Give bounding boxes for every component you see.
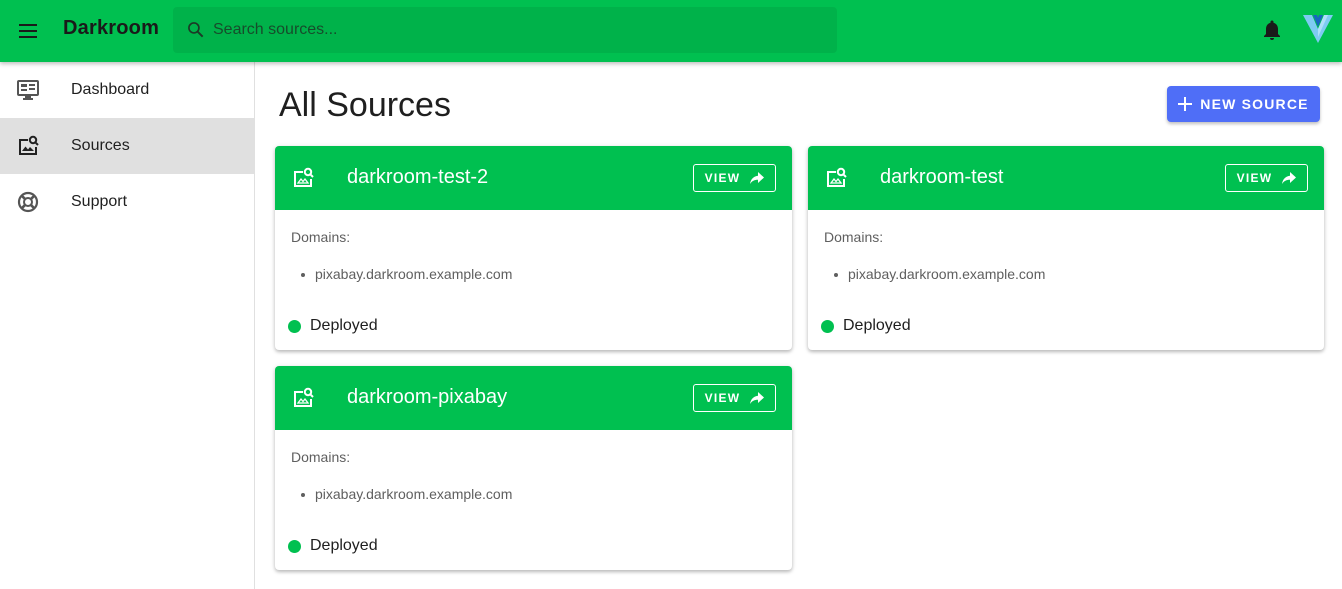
sidebar-item-dashboard[interactable]: Dashboard (0, 62, 254, 118)
source-card-header: darkroom-test VIEW (808, 146, 1324, 210)
sidebar-item-support[interactable]: Support (0, 174, 254, 230)
search-icon (188, 22, 204, 38)
source-card: darkroom-test VIEW Domains: pixabay.dark… (808, 146, 1324, 350)
sidebar-item-label: Support (71, 193, 128, 210)
search-bar (173, 7, 837, 53)
domain-list: pixabay.darkroom.example.com (291, 266, 512, 282)
source-card-header: darkroom-test-2 VIEW (275, 146, 792, 210)
status-badge: Deployed (288, 537, 378, 555)
vuetify-logo-icon (1303, 15, 1333, 43)
status-text: Deployed (843, 317, 911, 334)
share-arrow-icon (750, 392, 765, 404)
status-dot-icon (288, 539, 301, 553)
source-name: darkroom-test (880, 166, 1004, 188)
view-button[interactable]: VIEW (693, 384, 776, 412)
source-name: darkroom-pixabay (347, 386, 508, 408)
view-label: VIEW (1236, 171, 1273, 185)
view-button[interactable]: VIEW (693, 164, 776, 192)
status-badge: Deployed (288, 317, 378, 335)
share-arrow-icon (750, 172, 765, 184)
notification-bell-icon[interactable] (1260, 18, 1284, 42)
sidebar-item-sources[interactable]: Sources (0, 118, 254, 174)
image-search-icon (294, 387, 314, 407)
share-arrow-icon (1282, 172, 1297, 184)
domains-label: Domains: (291, 229, 351, 245)
domain-item: pixabay.darkroom.example.com (291, 266, 512, 282)
status-text: Deployed (310, 537, 378, 554)
source-card: darkroom-pixabay VIEW Domains: pixabay.d… (275, 366, 792, 570)
app-title: Darkroom (63, 17, 160, 39)
view-label: VIEW (704, 391, 741, 405)
app-bar: Darkroom (0, 0, 1342, 62)
sidebar: Dashboard Sources Support (0, 62, 255, 589)
new-source-label: NEW SOURCE (1200, 96, 1309, 112)
domain-list: pixabay.darkroom.example.com (824, 266, 1045, 282)
image-search-icon (294, 167, 314, 187)
domains-label: Domains: (824, 229, 884, 245)
view-label: VIEW (704, 171, 741, 185)
search-input[interactable] (213, 7, 823, 53)
source-card: darkroom-test-2 VIEW Domains: pixabay.da… (275, 146, 792, 350)
sidebar-item-label: Dashboard (71, 81, 150, 98)
status-text: Deployed (310, 317, 378, 334)
source-name: darkroom-test-2 (347, 166, 489, 188)
domain-item: pixabay.darkroom.example.com (291, 486, 512, 502)
domain-list: pixabay.darkroom.example.com (291, 486, 512, 502)
domains-label: Domains: (291, 449, 351, 465)
menu-icon (19, 24, 37, 38)
view-button[interactable]: VIEW (1225, 164, 1308, 192)
source-card-header: darkroom-pixabay VIEW (275, 366, 792, 430)
image-search-icon (19, 135, 39, 155)
status-dot-icon (821, 319, 834, 333)
menu-button[interactable] (12, 15, 44, 47)
status-badge: Deployed (821, 317, 911, 335)
new-source-button[interactable]: NEW SOURCE (1167, 86, 1320, 122)
plus-icon (1178, 97, 1193, 111)
domain-item: pixabay.darkroom.example.com (824, 266, 1045, 282)
sidebar-item-label: Sources (71, 137, 130, 154)
image-search-icon (827, 167, 847, 187)
monitor-dashboard-icon (17, 80, 39, 100)
page-title: All Sources (279, 86, 451, 124)
lifebuoy-icon (17, 191, 39, 213)
status-dot-icon (288, 319, 301, 333)
